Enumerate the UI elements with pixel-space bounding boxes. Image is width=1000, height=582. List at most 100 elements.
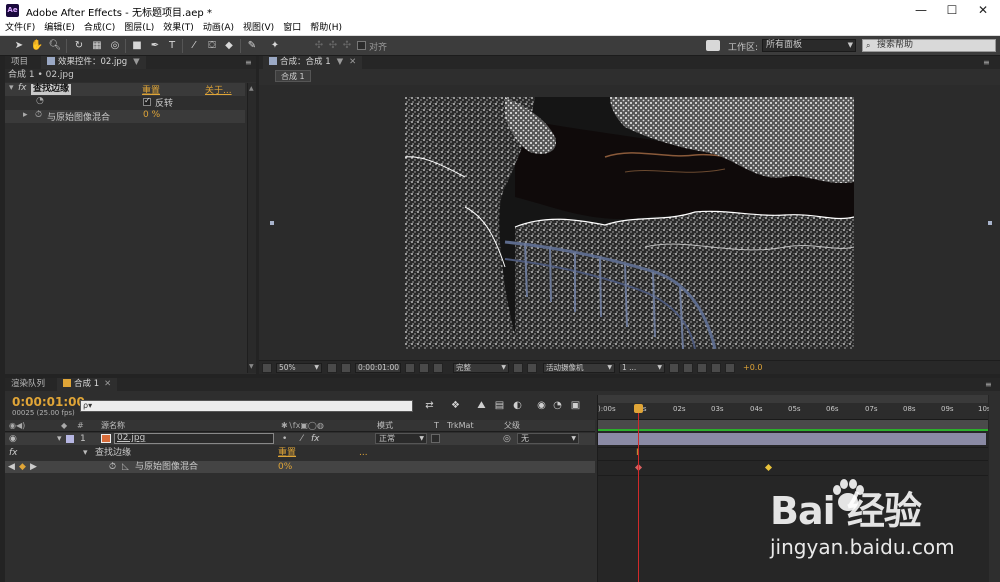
close-tab-icon[interactable]: ✕ [349, 57, 356, 67]
parent-select[interactable]: 无 ▼ [517, 433, 579, 444]
show-snapshot-icon[interactable] [419, 363, 429, 373]
expand-arrow-icon[interactable]: ▾ [83, 447, 88, 459]
minimize-button[interactable]: — [906, 2, 936, 18]
pan-behind-tool-icon[interactable]: ◎ [108, 39, 122, 53]
col-parent[interactable]: 父级 [504, 420, 520, 432]
camera-select[interactable]: 活动摄像机 ▼ [543, 363, 615, 373]
views-select[interactable]: 1 ... ▼ [619, 363, 665, 373]
tab-composition[interactable]: 合成：合成 1 ▼ ✕ [263, 56, 363, 69]
selection-tool-icon[interactable]: ➤ [12, 39, 26, 53]
tab-effect-controls[interactable]: 效果控件：02.jpg ▼ [41, 56, 146, 69]
render-icon[interactable]: ▣ [569, 399, 582, 412]
close-button[interactable]: ✕ [968, 2, 998, 18]
frame-blending-icon[interactable]: ▤ [493, 399, 506, 412]
effect-layer-row[interactable]: fx ▾ 查找边缘 重置 ... [5, 447, 595, 459]
menu-effect[interactable]: 效果(T) [158, 21, 198, 35]
menu-help[interactable]: 帮助(H) [305, 21, 346, 35]
video-switch-icon[interactable]: ◉◀) [9, 420, 25, 432]
col-source-name[interactable]: 源名称 [101, 420, 125, 432]
brush-tool-icon[interactable]: ⁄ [187, 39, 201, 53]
text-tool-icon[interactable]: T [165, 39, 179, 53]
menu-composition[interactable]: 合成(C) [79, 21, 119, 35]
stopwatch-icon[interactable]: ◔ [36, 96, 44, 106]
hand-tool-icon[interactable]: ✋ [30, 39, 44, 53]
reset-exposure-icon[interactable] [725, 363, 735, 373]
exposure-value[interactable]: +0.0 [743, 363, 762, 372]
timeline-effect-name[interactable]: 查找边缘 [95, 447, 131, 459]
menu-edit[interactable]: 编辑(E) [39, 21, 79, 35]
col-t[interactable]: T [434, 420, 439, 432]
draft-3d-icon[interactable]: ❖ [449, 399, 462, 412]
fx-icon[interactable]: fx [18, 83, 27, 93]
stopwatch-icon[interactable]: ⏱ [35, 110, 42, 120]
close-tab-icon[interactable]: ✕ [104, 379, 111, 389]
eye-icon[interactable]: ◉ [9, 433, 17, 445]
hide-shy-icon[interactable]: ⛰ [475, 399, 488, 412]
rotate-tool-icon[interactable]: ↻ [72, 39, 86, 53]
timeline-reset-link[interactable]: 重置 [278, 447, 296, 459]
timeline-scrollbar[interactable] [989, 395, 1000, 582]
label-color-swatch[interactable] [66, 435, 74, 443]
current-time[interactable]: 0:00:01:00 [12, 395, 85, 409]
pen-tool-icon[interactable]: ✒ [148, 39, 162, 53]
rectangle-tool-icon[interactable]: ■ [130, 39, 144, 53]
help-search-input[interactable]: ⌕ 搜索帮助 [862, 39, 996, 52]
menu-view[interactable]: 视图(V) [238, 21, 278, 35]
camera-tool-icon[interactable]: ▦ [90, 39, 104, 53]
maximize-button[interactable]: ☐ [937, 2, 967, 18]
expand-arrow-icon[interactable]: ▸ [23, 110, 28, 120]
about-link[interactable]: 关于... [205, 83, 232, 96]
blend-value[interactable]: 0 % [143, 110, 160, 120]
scroll-down-icon[interactable]: ▼ [249, 363, 254, 370]
panel-menu-icon[interactable]: ≡ [983, 58, 990, 67]
reset-link[interactable]: 重置 [142, 83, 160, 96]
transparency-grid-icon[interactable] [527, 363, 537, 373]
resolution-select[interactable]: 完整 ▼ [453, 363, 509, 373]
playhead[interactable] [634, 404, 643, 413]
workspace-select[interactable]: 所有面板 ▼ [762, 39, 856, 52]
fast-preview-icon[interactable] [683, 363, 693, 373]
composition-viewer[interactable] [259, 85, 1000, 360]
menu-animation[interactable]: 动画(A) [198, 21, 238, 35]
invert-checkbox[interactable] [143, 96, 151, 108]
expand-arrow-icon[interactable]: ▾ [9, 83, 14, 93]
col-mode[interactable]: 模式 [377, 420, 393, 432]
tab-render-queue[interactable]: 渲染队列 [5, 378, 51, 391]
layer-duration-bar[interactable] [598, 433, 986, 445]
brainstorm-icon[interactable]: ◔ [551, 399, 564, 412]
timecode-button[interactable]: 0:00:01:00 [355, 363, 401, 373]
always-preview-icon[interactable] [262, 363, 272, 373]
composition-frame[interactable] [405, 97, 854, 349]
roto-brush-tool-icon[interactable]: ✎ [245, 39, 259, 53]
graph-icon[interactable]: ◺ [122, 461, 129, 473]
quality-switch-icon[interactable]: ⁄ [301, 433, 303, 445]
tab-comp-timeline[interactable]: 合成 1 ✕ [57, 378, 118, 391]
timeline-icon[interactable] [697, 363, 707, 373]
time-navigator[interactable] [598, 395, 988, 403]
effect-row-find-edges[interactable]: ▾ fx 查找边缘 重置 关于... [5, 83, 245, 96]
shy-switch-icon[interactable]: • [282, 433, 287, 445]
scroll-up-icon[interactable]: ▲ [249, 85, 254, 92]
eraser-tool-icon[interactable]: ◆ [222, 39, 236, 53]
menu-file[interactable]: 文件(F) [0, 21, 39, 35]
blend-mode-select[interactable]: 正常 ▼ [375, 433, 427, 444]
region-icon[interactable] [341, 363, 351, 373]
viewer-edge-handle[interactable] [270, 221, 274, 225]
blend-property-value[interactable]: 0% [278, 461, 292, 473]
prev-keyframe-icon[interactable]: ◀ [8, 461, 15, 473]
next-keyframe-icon[interactable]: ▶ [30, 461, 37, 473]
blend-property-row[interactable]: ◀ ◆ ▶ ⏱ ◺ 与原始图像混合 0% [5, 461, 595, 473]
menu-layer[interactable]: 图层(L) [119, 21, 158, 35]
motion-blur-icon[interactable]: ◐ [511, 399, 524, 412]
fx-toggle-icon[interactable]: fx [9, 447, 18, 459]
pick-whip-icon[interactable]: ◎ [503, 433, 511, 445]
zoom-tool-icon[interactable]: 🔍︎ [48, 39, 62, 53]
panel-menu-icon[interactable]: ≡ [245, 58, 252, 67]
timeline-options-link[interactable]: ... [359, 447, 368, 459]
clone-stamp-tool-icon[interactable]: ⛋ [205, 39, 219, 53]
channel-icon[interactable] [433, 363, 443, 373]
layer-row[interactable]: ◉ ▾ 1 02.jpg • ⁄ fx 正常 ▼ ◎ 无 ▼ [5, 433, 595, 445]
add-keyframe-icon[interactable]: ◆ [19, 461, 26, 473]
preserve-transparency-checkbox[interactable] [431, 434, 440, 443]
fit-icon[interactable] [327, 363, 337, 373]
